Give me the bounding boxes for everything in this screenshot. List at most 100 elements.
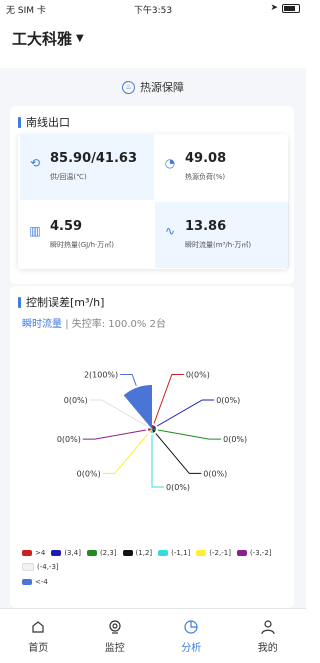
pie-chart-icon	[184, 619, 198, 634]
legend-item[interactable]: (2,3]	[86, 549, 117, 557]
legend-item[interactable]: >4	[22, 549, 45, 557]
control-subtitle: 瞬时流量 | 失控率: 100.0% 2台	[22, 315, 166, 330]
title-bar-accent	[18, 116, 21, 128]
pie-leader-line	[82, 429, 147, 440]
legend-swatch	[86, 550, 97, 556]
bar-chart-icon: ▥	[29, 224, 41, 238]
legend-row: >4 (3,4] (2,3] (1,2] (-1,1] (-2,-1] (-3,-2] (-4…	[22, 549, 292, 571]
tab-bar: 首页 监控 分析 我的	[0, 608, 306, 663]
section-header: ♨ 热源保障	[0, 79, 306, 95]
battery-icon	[282, 3, 300, 13]
legend-swatch	[196, 550, 207, 556]
metric-label: 瞬时流量(m³/h·万㎡)	[185, 241, 252, 249]
metric-heat[interactable]: ▥ 4.59 瞬时热量(GJ/h·万㎡)	[20, 202, 154, 268]
location-icon: ➤	[270, 3, 278, 13]
home-icon	[32, 620, 44, 633]
legend-item[interactable]: (-1,1]	[158, 549, 190, 557]
pie-slice	[123, 385, 152, 429]
clock-text: 下午3:53	[133, 6, 173, 16]
legend-item[interactable]: (3,4]	[51, 549, 81, 557]
pie-leader-line	[157, 429, 222, 440]
metric-value: 4.59	[50, 219, 83, 234]
pie-data-label: 0(0%)	[64, 396, 88, 405]
metric-label: 热源负荷(%)	[185, 173, 226, 181]
status-bar: 无 SIM 卡 下午3:53 ➤	[0, 0, 306, 18]
pie-data-label: 0(0%)	[186, 370, 210, 379]
metric-load[interactable]: ◔ 49.08 热源负荷(%)	[155, 134, 289, 200]
pie-data-label: 2(100%)	[84, 370, 118, 379]
tab-label: 首页	[28, 642, 49, 654]
tab-label: 监控	[104, 642, 125, 654]
pie-data-label: 0(0%)	[203, 469, 227, 478]
status-icons: ➤	[270, 3, 300, 13]
legend-label: (-2,-1]	[209, 549, 231, 557]
tab-monitor[interactable]: 监控	[77, 609, 154, 663]
metric-label: 供/回温(℃)	[50, 173, 87, 181]
legend-item[interactable]: (-4,-3]	[22, 563, 59, 571]
tab-analysis[interactable]: 分析	[153, 609, 230, 663]
camera-icon	[109, 619, 121, 634]
legend-swatch	[51, 550, 62, 556]
metric-supply-return[interactable]: ⟲ 85.90/41.63 供/回温(℃)	[20, 134, 154, 200]
tab-mine[interactable]: 我的	[230, 609, 307, 663]
legend-swatch	[22, 550, 32, 556]
metric-value: 85.90/41.63	[50, 151, 137, 166]
pie-data-label: 0(0%)	[77, 469, 101, 478]
legend-item[interactable]: (-2,-1]	[196, 549, 231, 557]
loss-rate-text: | 失控率: 100.0% 2台	[65, 319, 166, 330]
refresh-icon: ⟲	[29, 156, 41, 170]
tab-label: 分析	[181, 642, 202, 654]
pie-data-label: 0(0%)	[216, 396, 240, 405]
legend-item[interactable]: (1,2]	[122, 549, 153, 557]
legend-swatch	[158, 550, 169, 556]
metric-value: 13.86	[185, 219, 227, 234]
legend-item[interactable]: (-3,-2]	[236, 549, 272, 557]
pie-data-label: 0(0%)	[57, 435, 81, 444]
legend-label: (3,4]	[64, 549, 81, 557]
legend-label: (-3,-2]	[249, 549, 272, 557]
metric-label: 瞬时热量(GJ/h·万㎡)	[50, 241, 114, 249]
tab-label: 我的	[257, 642, 278, 654]
station-card: 南线出口 ⟲ 85.90/41.63 供/回温(℃) ◔ 49.08 热源负荷(…	[10, 106, 294, 284]
flame-icon: ♨	[122, 80, 135, 94]
pie-data-label: 0(0%)	[166, 483, 190, 492]
user-icon	[261, 619, 275, 634]
station-title: 南线出口	[26, 116, 70, 129]
legend-swatch	[236, 550, 247, 556]
chevron-down-icon: ▼	[76, 33, 84, 44]
legend-label: (-1,1]	[171, 549, 191, 557]
control-error-card: 控制误差[m³/h] 瞬时流量 | 失控率: 100.0% 2台 0(0%) 0(…	[10, 286, 294, 608]
company-selector[interactable]: 工大科雅 ▼	[12, 28, 84, 49]
legend-item[interactable]: <-4	[22, 578, 48, 586]
legend-swatch	[122, 550, 133, 556]
legend-label: <-4	[35, 578, 48, 586]
station-header: 南线出口	[18, 114, 70, 130]
control-title: 控制误差[m³/h]	[26, 296, 105, 309]
control-header: 控制误差[m³/h]	[18, 294, 104, 310]
pie-data-label: 0(0%)	[223, 435, 247, 444]
pie-leader-line	[156, 399, 215, 427]
tab-home[interactable]: 首页	[0, 609, 77, 663]
pie-leader-line	[120, 373, 137, 386]
legend-swatch	[22, 579, 32, 585]
title-bar-accent	[18, 296, 21, 308]
pie-leader-line	[151, 435, 164, 488]
legend-swatch	[22, 563, 34, 571]
legend-label: (1,2]	[135, 549, 153, 557]
pulse-icon: ∿	[164, 224, 176, 238]
metric-flow[interactable]: ∿ 13.86 瞬时流量(m³/h·万㎡)	[155, 202, 289, 268]
metric-value: 49.08	[185, 151, 227, 166]
pie-chart: 0(0%) 0(0%) 0(0%) 0(0%) 0(0%) 0(0%) 0(0%) 0(0%)…	[57, 370, 247, 492]
flow-tab[interactable]: 瞬时流量	[22, 319, 62, 330]
pie-leader-line	[155, 433, 202, 474]
company-title: 工大科雅	[12, 30, 73, 48]
legend-label: (-4,-3]	[37, 563, 59, 571]
chart-legend: >4 (3,4] (2,3] (1,2] (-1,1] (-2,-1] (-3,-2] (-4…	[22, 549, 292, 593]
pie-leader-line	[153, 373, 184, 424]
legend-label: >4	[35, 549, 46, 557]
pie-leader-line	[102, 433, 149, 474]
legend-row: <-4	[22, 578, 292, 586]
gauge-icon: ◔	[164, 156, 176, 170]
section-title: 热源保障	[140, 81, 184, 94]
legend-label: (2,3]	[99, 549, 117, 557]
